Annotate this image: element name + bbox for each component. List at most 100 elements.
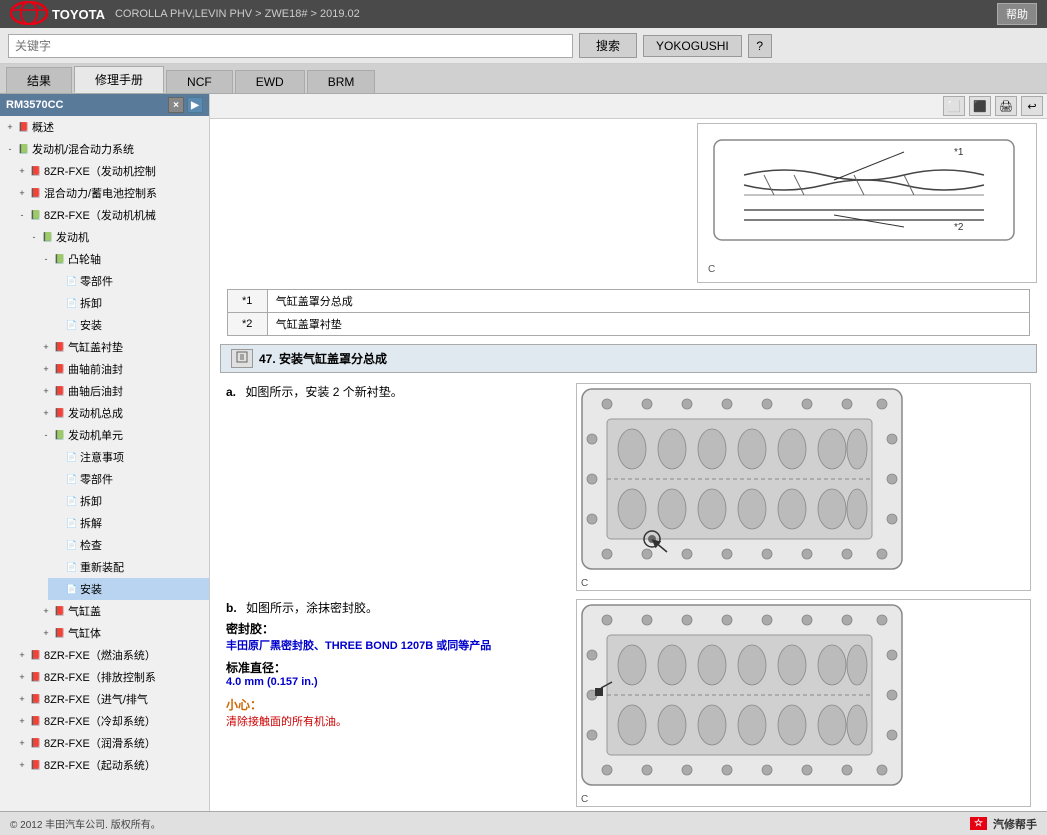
tree-item-engine[interactable]: - 📗 发动机 xyxy=(24,226,209,248)
expand-engine-assy[interactable]: + xyxy=(40,406,52,420)
expand-cylinder-block[interactable]: + xyxy=(40,626,52,640)
svg-text:*2: *2 xyxy=(954,222,964,233)
expand-8zr-cooling[interactable]: + xyxy=(16,714,28,728)
diameter-value: 4.0 mm (0.157 in.) xyxy=(226,676,566,688)
toolbar-btn-back[interactable]: ↩ xyxy=(1021,96,1043,116)
label-8zr-cooling: 8ZR-FXE（冷却系统） xyxy=(44,713,156,729)
tree-item-8zr-fuel[interactable]: + 📕 8ZR-FXE（燃油系统） xyxy=(12,644,209,666)
tree-item-engine-assy[interactable]: + 📕 发动机总成 xyxy=(36,402,209,424)
expand-front-seal[interactable]: + xyxy=(40,362,52,376)
gasket-diagram: *1 *2 C xyxy=(697,123,1037,283)
search-button[interactable]: 搜索 xyxy=(579,33,637,58)
tab-repair[interactable]: 修理手册 xyxy=(74,66,164,93)
tree-item-8zr-lubrication[interactable]: + 📕 8ZR-FXE（润滑系统） xyxy=(12,732,209,754)
book-icon-8zr-cooling: 📕 xyxy=(28,714,44,728)
tree-item-hybrid-battery[interactable]: + 📕 混合动力/蓄电池控制系 xyxy=(12,182,209,204)
tab-ewd[interactable]: EWD xyxy=(235,70,305,93)
tree-item-8zr-cooling[interactable]: + 📕 8ZR-FXE（冷却系统） xyxy=(12,710,209,732)
book-icon-8zr-lubrication: 📕 xyxy=(28,736,44,750)
yokogushi-button[interactable]: YOKOGUSHI xyxy=(643,35,742,57)
book-icon-8zr-emission: 📕 xyxy=(28,670,44,684)
expand-engine-unit[interactable]: - xyxy=(40,428,52,442)
tree-item-rear-seal[interactable]: + 📕 曲轴后油封 xyxy=(36,380,209,402)
caution-text: 清除接触面的所有机油。 xyxy=(226,716,347,728)
toolbar-btn-2[interactable]: ⬛ xyxy=(969,96,991,116)
tree-item-8zr-control[interactable]: + 📕 8ZR-FXE（发动机控制 xyxy=(12,160,209,182)
help-question-button[interactable]: ? xyxy=(748,34,772,58)
tree-item-camshaft[interactable]: - 📗 凸轮轴 xyxy=(36,248,209,270)
step-b-label: b. xyxy=(226,601,237,615)
expand-overview[interactable]: + xyxy=(4,120,16,134)
tree-item-8zr-starter[interactable]: + 📕 8ZR-FXE（起动系统） xyxy=(12,754,209,776)
expand-8zr-intake[interactable]: + xyxy=(16,692,28,706)
tab-ncf[interactable]: NCF xyxy=(166,70,233,93)
expand-8zr-control[interactable]: + xyxy=(16,164,28,178)
expand-head-gasket[interactable]: + xyxy=(40,340,52,354)
tree-item-engine-hybrid[interactable]: - 📗 发动机/混合动力系统 xyxy=(0,138,209,160)
tree-item-install1[interactable]: 📄 安装 xyxy=(48,314,209,336)
page-icon-parts1: 📄 xyxy=(64,274,80,288)
tab-results[interactable]: 结果 xyxy=(6,67,72,93)
tree-item-head-gasket[interactable]: + 📕 气缸盖衬垫 xyxy=(36,336,209,358)
expand-hybrid-battery[interactable]: + xyxy=(16,186,28,200)
expand-camshaft[interactable]: - xyxy=(40,252,52,266)
expand-8zr-starter[interactable]: + xyxy=(16,758,28,772)
tree-item-cylinder-block[interactable]: + 📕 气缸体 xyxy=(36,622,209,644)
help-button[interactable]: 帮助 xyxy=(997,3,1037,25)
tree-item-disassemble2[interactable]: 📄 拆卸 xyxy=(48,490,209,512)
tree-item-disassemble3[interactable]: 📄 拆解 xyxy=(48,512,209,534)
book-icon-8zr-intake: 📕 xyxy=(28,692,44,706)
tree-item-front-seal[interactable]: + 📕 曲轴前油封 xyxy=(36,358,209,380)
engine-top-svg xyxy=(577,384,907,574)
tree-item-8zr-mech[interactable]: - 📗 8ZR-FXE（发动机机械 xyxy=(12,204,209,226)
expand-8zr-lubrication[interactable]: + xyxy=(16,736,28,750)
expand-rear-seal[interactable]: + xyxy=(40,384,52,398)
expand-8zr-mech[interactable]: - xyxy=(16,208,28,222)
search-input[interactable] xyxy=(8,34,573,58)
book-icon-engine-hybrid: 📗 xyxy=(16,142,32,156)
label-cylinder-block: 气缸体 xyxy=(68,625,101,641)
book-icon-cylinder-head: 📕 xyxy=(52,604,68,618)
tree-item-engine-unit[interactable]: - 📗 发动机单元 xyxy=(36,424,209,446)
tree-item-install2[interactable]: 📄 安装 xyxy=(48,578,209,600)
label-disassemble1: 拆卸 xyxy=(80,295,102,311)
ref-2: *2 xyxy=(227,313,267,336)
step47-title: 47. 安装气缸盖罩分总成 xyxy=(259,350,387,367)
expand-engine[interactable]: - xyxy=(28,230,40,244)
tree-item-8zr-emission[interactable]: + 📕 8ZR-FXE（排放控制系 xyxy=(12,666,209,688)
breadcrumb: COROLLA PHV,LEVIN PHV > ZWE18# > 2019.02 xyxy=(115,8,360,20)
toyota-text: TOYOTA xyxy=(52,7,105,22)
footer-brand-icon: ☆ xyxy=(970,817,987,830)
tree-item-parts1[interactable]: 📄 零部件 xyxy=(48,270,209,292)
footer-copyright: © 2012 丰田汽车公司. 版权所有。 xyxy=(10,816,161,831)
tree-item-caution[interactable]: 📄 注意事项 xyxy=(48,446,209,468)
tree-item-overview[interactable]: + 📕 概述 xyxy=(0,116,209,138)
tree-item-reassemble[interactable]: 📄 重新装配 xyxy=(48,556,209,578)
tree-item-parts2[interactable]: 📄 零部件 xyxy=(48,468,209,490)
content-area[interactable]: ⬜ ⬛ 🖨 ↩ *1 xyxy=(210,94,1047,811)
expand-8zr-fuel[interactable]: + xyxy=(16,648,28,662)
label-caution: 注意事项 xyxy=(80,449,124,465)
tab-brm[interactable]: BRM xyxy=(307,70,376,93)
main-layout: RM3570CC × ▶ + 📕 概述 - 📗 xyxy=(0,94,1047,811)
tree-item-cylinder-head[interactable]: + 📕 气缸盖 xyxy=(36,600,209,622)
sealant-label: 密封胶： xyxy=(226,620,566,637)
caution-block: 小心： xyxy=(226,696,566,713)
tree-item-inspect[interactable]: 📄 检查 xyxy=(48,534,209,556)
sidebar-arrow-button[interactable]: ▶ xyxy=(187,97,203,113)
expand-inspect xyxy=(52,538,64,552)
sidebar-id: RM3570CC xyxy=(6,99,63,111)
sidebar-close-button[interactable]: × xyxy=(168,97,184,113)
expand-cylinder-head[interactable]: + xyxy=(40,604,52,618)
sidebar[interactable]: RM3570CC × ▶ + 📕 概述 - 📗 xyxy=(0,94,210,811)
expand-8zr-emission[interactable]: + xyxy=(16,670,28,684)
tree-item-disassemble1[interactable]: 📄 拆卸 xyxy=(48,292,209,314)
toolbar-btn-print[interactable]: 🖨 xyxy=(995,96,1017,116)
page-icon-disassemble2: 📄 xyxy=(64,494,80,508)
toolbar-btn-1[interactable]: ⬜ xyxy=(943,96,965,116)
footer-brand-text: 汽修帮手 xyxy=(993,816,1037,832)
tree-item-8zr-intake[interactable]: + 📕 8ZR-FXE（进气/排气 xyxy=(12,688,209,710)
step-icon xyxy=(236,351,248,363)
step47-number: 47 xyxy=(259,352,272,366)
expand-engine-hybrid[interactable]: - xyxy=(4,142,16,156)
